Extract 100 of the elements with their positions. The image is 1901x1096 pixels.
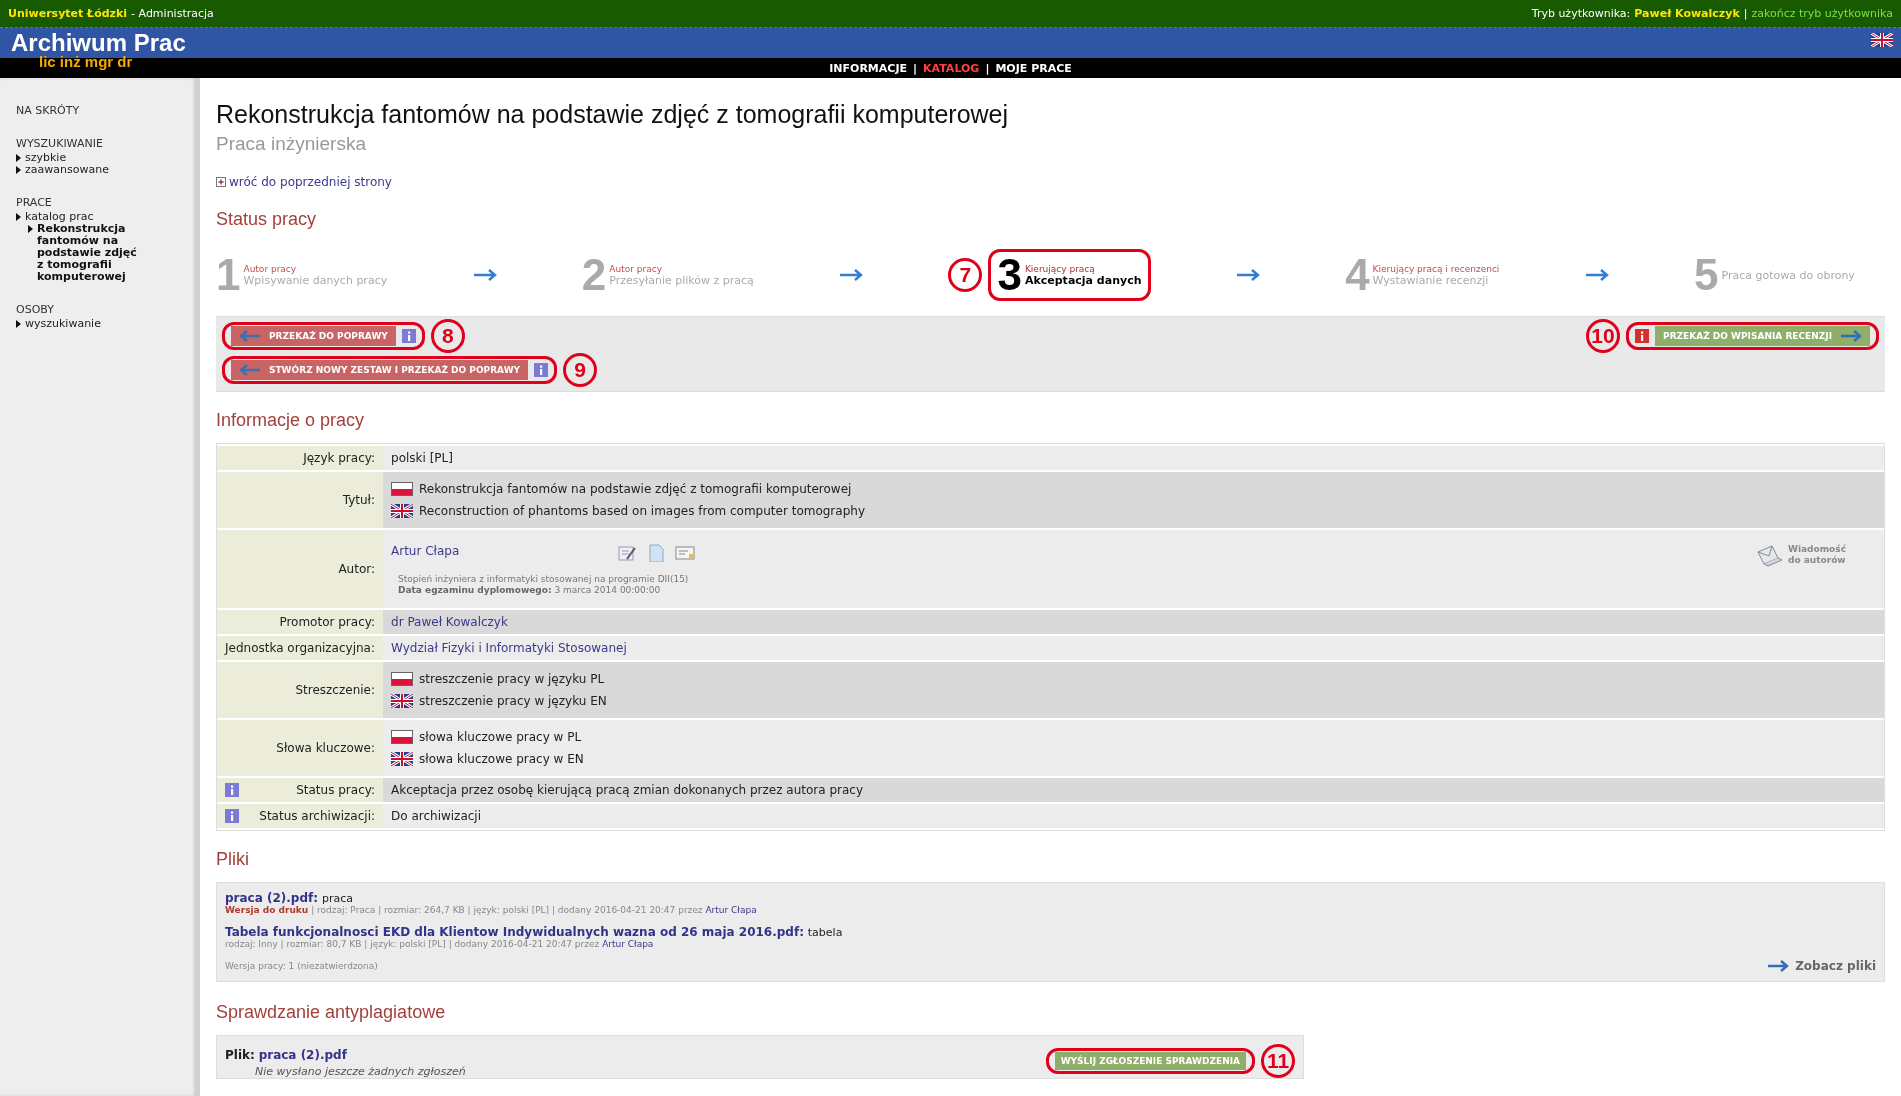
info-icon[interactable]	[1635, 329, 1650, 343]
british-flag-icon[interactable]	[1871, 33, 1893, 47]
row-link[interactable]: Wydział Fizyki i Informatyki Stosowanej	[391, 641, 627, 655]
arrow-icon	[472, 269, 497, 281]
section-heading: Pliki	[216, 849, 250, 870]
row-value: polski [PL]	[391, 451, 453, 465]
row-label: Status pracy:	[296, 783, 375, 797]
arrow-icon	[1767, 960, 1790, 972]
row-label: Tytuł:	[342, 493, 375, 507]
separator: |	[985, 61, 990, 75]
sidebar-link[interactable]: Rekonstrukcja fantomów na podstawie zdjęć z tomografii komputerowej	[37, 223, 137, 283]
arrow-icon	[839, 269, 864, 281]
step-label: Przesyłanie plików z pracą	[609, 273, 754, 287]
row-label: Promotor pracy:	[279, 615, 375, 629]
sidebar-heading: NA SKRÓTY	[16, 104, 81, 117]
polish-flag-icon	[391, 482, 413, 496]
status-note: Nie wysłano jeszcze żadnych zgłoszeń	[254, 1065, 466, 1078]
step-role: Autor pracy	[243, 263, 298, 274]
separator: |	[913, 61, 918, 75]
action-button[interactable]: PRZEKAŻ DO POPRAWY	[231, 326, 396, 346]
sidebar-link[interactable]: zaawansowane	[25, 164, 109, 176]
nav-link[interactable]: KATALOG	[923, 61, 980, 75]
annotation-number: 8	[430, 319, 465, 353]
arrow-icon	[1235, 269, 1260, 281]
file-description: praca	[321, 892, 353, 905]
section-name: - Administracja	[131, 7, 214, 20]
british-flag-icon	[391, 504, 413, 518]
degree-info: Stopień inżyniera z informatyki stosowanej na programie DII(15) Data egzaminu dyplomowego: 3 marca 2014 00:00:00	[397, 574, 690, 596]
british-flag-icon	[391, 694, 413, 708]
step-label: Wystawianie recenzji	[1372, 273, 1490, 287]
university-name: Uniwersytet Łódzki	[8, 7, 128, 20]
row-value: Akceptacja przez osobę kierującą pracą zmian dokonanych przez autora pracy	[391, 783, 863, 797]
version-note: Wersja pracy: 1 (niezatwierdzona)	[225, 961, 378, 971]
author-link[interactable]: Artur Cłapa	[705, 905, 757, 915]
page-title: Rekonstrukcja fantomów na podstawie zdjęć z tomografii komputerowej	[216, 100, 1010, 129]
arrow-icon	[1584, 269, 1609, 281]
annotation-number: 9	[563, 353, 598, 387]
file-meta: rodzaj: Inny | rozmiar: 80,7 KB | język: polski [PL] | dodany 2016-04-21 20:47 przez Artur Cłapa	[225, 939, 655, 949]
row-label: Streszczenie:	[295, 683, 375, 697]
arrow-icon	[239, 364, 261, 376]
annotation-number: 11	[1261, 1044, 1295, 1078]
row-label: Status archiwizacji:	[259, 809, 375, 823]
file-description: tabela	[807, 926, 843, 939]
author-link[interactable]: Artur Cłapa	[602, 939, 654, 949]
step-role: Kierujący pracą i recenzenci	[1372, 263, 1500, 274]
step-number: 5	[1694, 253, 1719, 297]
section-heading: Status pracy	[216, 209, 318, 230]
arrow-icon	[239, 330, 261, 342]
step-label: Akceptacja danych	[1024, 273, 1142, 287]
action-button[interactable]: STWÓRZ NOWY ZESTAW I PRZEKAŻ DO POPRAWY	[231, 360, 529, 380]
logo-title: Archiwum Prac	[11, 30, 186, 56]
logo-subtitle: lic inż mgr dr	[39, 54, 133, 70]
separator: |	[1743, 7, 1748, 20]
step-role: Kierujący pracą	[1024, 263, 1096, 274]
triangle-icon	[16, 320, 21, 328]
step-label: Praca gotowa do obrony	[1721, 268, 1855, 282]
row-link[interactable]: dr Paweł Kowalczyk	[391, 615, 508, 629]
sidebar-link[interactable]: szybkie	[25, 152, 67, 164]
sidebar-link[interactable]: katalog prac	[25, 211, 94, 223]
file-link[interactable]: praca (2).pdf:	[225, 891, 319, 905]
info-icon[interactable]	[225, 809, 239, 823]
step-number: 2	[581, 253, 607, 297]
info-icon[interactable]	[401, 329, 416, 343]
see-files-link[interactable]: Zobacz pliki	[1767, 959, 1876, 973]
sidebar-heading: PRACE	[16, 196, 53, 209]
step-number: 3	[997, 253, 1022, 297]
plus-box-icon	[216, 177, 226, 187]
file-link[interactable]: Tabela funkcjonalnosci EKD dla Klientow Indywidualnych wazna od 26 maja 2016.pdf:	[225, 925, 804, 939]
envelopes-icon	[1756, 544, 1784, 568]
row-label: Język pracy:	[303, 451, 375, 465]
user-mode-label: Tryb użytkownika:	[1531, 7, 1631, 20]
step-number: 4	[1345, 253, 1370, 297]
annotation-number: 7	[948, 258, 983, 292]
nav-link[interactable]: MOJE PRACE	[995, 61, 1072, 75]
info-icon[interactable]	[534, 363, 549, 377]
info-icon[interactable]	[225, 783, 239, 797]
polish-flag-icon	[391, 672, 413, 686]
row-label: Słowa kluczowe:	[276, 741, 375, 755]
step-number: 1	[216, 253, 241, 297]
back-link[interactable]: wróć do poprzedniej strony	[216, 175, 1885, 189]
sidebar-heading: OSOBY	[16, 303, 55, 316]
british-flag-icon	[391, 752, 413, 766]
page-subtitle: Praca inżynierska	[216, 133, 367, 155]
row-value: słowa kluczowe pracy w EN	[419, 752, 584, 766]
row-label: Autor:	[338, 562, 375, 576]
annotation-number: 10	[1586, 319, 1621, 353]
sidebar-heading: WYSZUKIWANIE	[16, 137, 104, 150]
end-mode-link[interactable]: zakończ tryb użytkownika	[1751, 7, 1893, 20]
row-value: Reconstruction of phantoms based on images from computer tomography	[419, 504, 865, 518]
row-value: słowa kluczowe pracy w PL	[419, 730, 582, 744]
row-value: streszczenie pracy w języku EN	[419, 694, 607, 708]
file-link[interactable]: praca (2).pdf	[258, 1048, 347, 1062]
row-value: Rekonstrukcja fantomów na podstawie zdjęć z tomografii komputerowej	[419, 482, 852, 496]
step-role: Autor pracy	[609, 263, 663, 274]
sidebar-link[interactable]: wyszukiwanie	[25, 318, 101, 330]
author-link[interactable]: Artur Cłapa	[391, 544, 460, 558]
section-heading: Informacje o pracy	[216, 410, 366, 431]
note-pencil-icon[interactable]	[617, 544, 638, 562]
row-value: Do archiwizacji	[391, 809, 482, 823]
nav-link[interactable]: INFORMACJE	[829, 61, 907, 75]
